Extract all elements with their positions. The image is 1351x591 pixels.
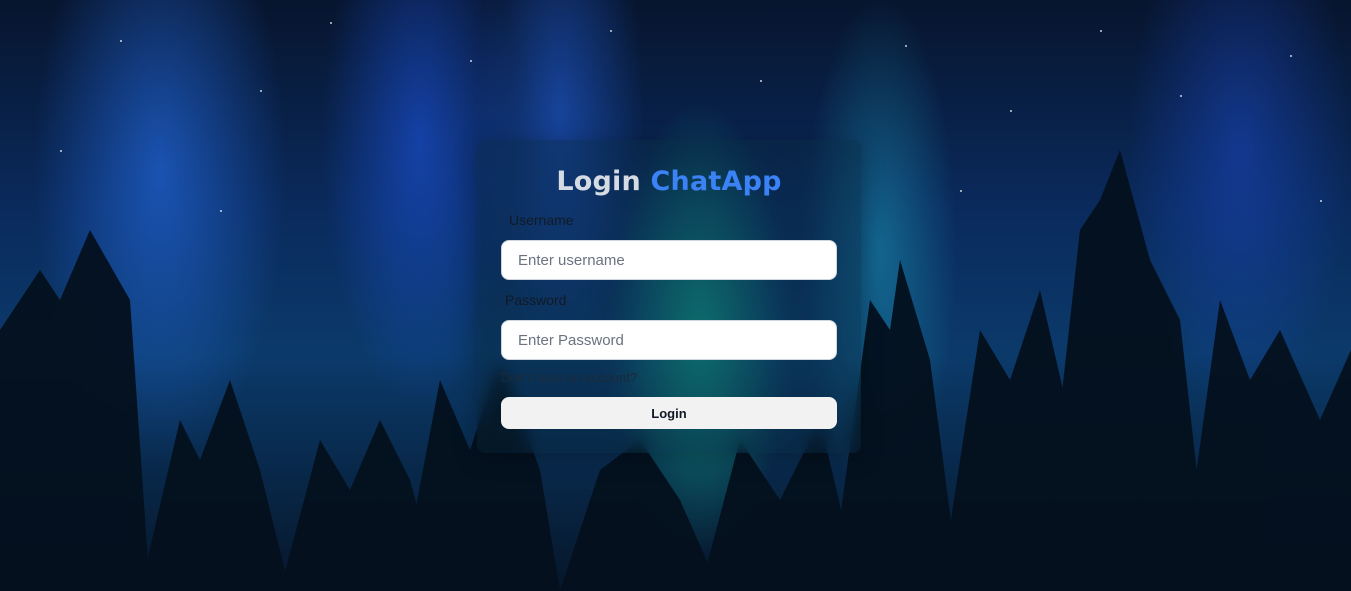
- title-brand: ChatApp: [650, 166, 782, 197]
- username-label: Username: [509, 212, 574, 228]
- login-button[interactable]: Login: [501, 397, 837, 429]
- password-label: Password: [505, 292, 567, 308]
- password-input[interactable]: [501, 320, 837, 360]
- username-input[interactable]: [501, 240, 837, 280]
- signup-link[interactable]: Don't have an account?: [501, 370, 637, 385]
- login-card: Login ChatApp Username Password Don't ha…: [477, 140, 861, 453]
- title-prefix: Login: [556, 166, 641, 197]
- page-title: Login ChatApp: [477, 166, 861, 197]
